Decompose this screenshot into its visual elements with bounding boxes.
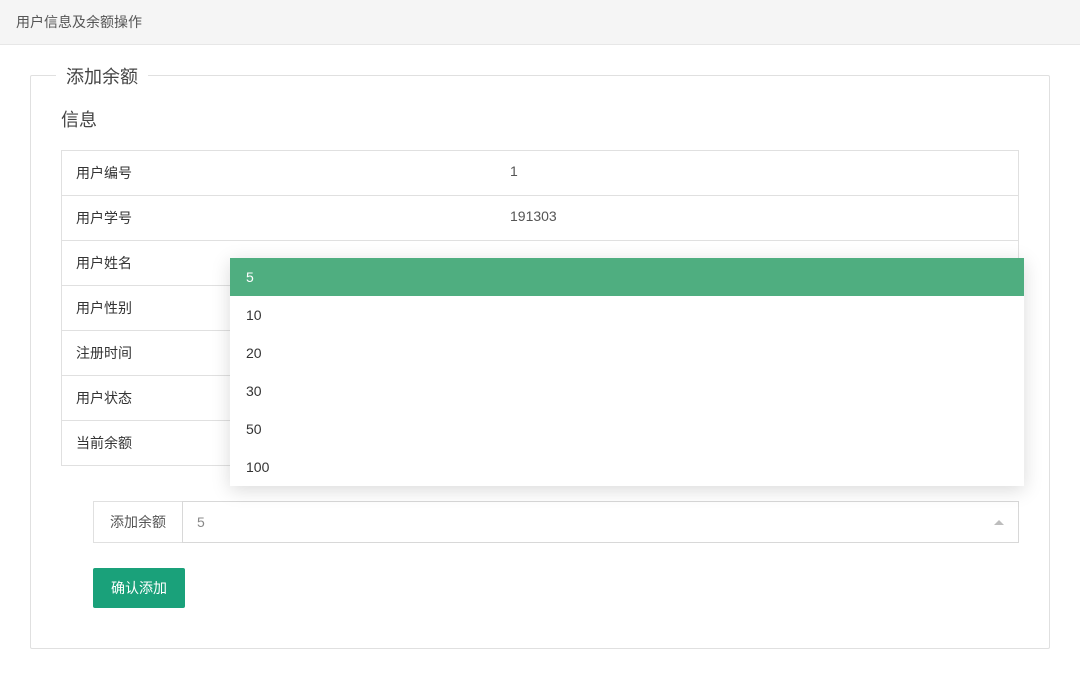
table-row: 用户编号 1 <box>62 151 1018 196</box>
dropdown-option-5[interactable]: 5 <box>230 258 1024 296</box>
add-balance-select[interactable]: 5 <box>182 501 1019 543</box>
dropdown-option-20[interactable]: 20 <box>230 334 1024 372</box>
add-balance-label: 添加余额 <box>93 501 182 543</box>
row-value-student-id: 191303 <box>496 196 1018 240</box>
row-value-user-id: 1 <box>496 151 1018 195</box>
panel-title: 添加余额 <box>56 63 148 89</box>
table-row: 用户学号 191303 <box>62 196 1018 241</box>
dropdown-option-30[interactable]: 30 <box>230 372 1024 410</box>
info-subtitle: 信息 <box>61 106 1019 132</box>
dropdown-option-50[interactable]: 50 <box>230 410 1024 448</box>
row-label-user-id: 用户编号 <box>62 151 496 195</box>
dropdown-option-100[interactable]: 100 <box>230 448 1024 486</box>
select-dropdown-panel: 5 10 20 30 50 100 <box>230 258 1024 486</box>
confirm-add-button[interactable]: 确认添加 <box>93 568 185 608</box>
select-current-value: 5 <box>197 514 205 530</box>
add-balance-row: 添加余额 5 <box>93 501 1019 543</box>
modal-header: 用户信息及余额操作 <box>0 0 1080 45</box>
dropdown-option-10[interactable]: 10 <box>230 296 1024 334</box>
row-label-student-id: 用户学号 <box>62 196 496 240</box>
modal-title: 用户信息及余额操作 <box>16 14 142 30</box>
caret-up-icon <box>994 520 1004 525</box>
